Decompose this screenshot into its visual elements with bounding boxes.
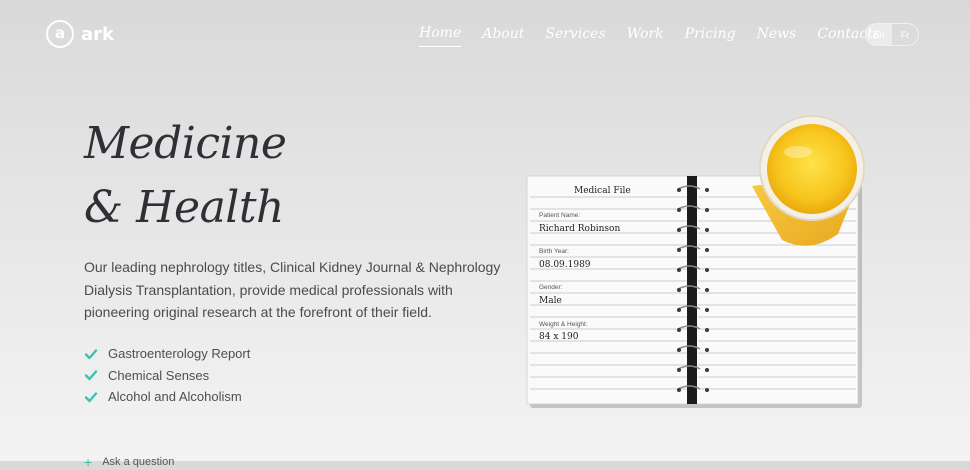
ask-question-label: Ask a question (102, 456, 175, 468)
feature-item: Alcohol and Alcoholism (84, 386, 250, 408)
nav-item-services[interactable]: Services (545, 26, 605, 47)
hero-title-line-2: & Health (84, 182, 284, 233)
ask-question-link[interactable]: + Ask a question (84, 454, 174, 470)
language-option-fr[interactable]: Fr (892, 24, 918, 45)
notebook-field-label: Weight & Height: (539, 321, 588, 328)
language-switcher: En Fr (865, 23, 919, 46)
logo-text: ark (81, 23, 114, 45)
hero-description: Our leading nephrology titles, Clinical … (84, 259, 501, 320)
hero-title-line-1: Medicine (84, 118, 287, 169)
notebook-field-label: Birth Year: (539, 248, 569, 255)
hero-image: Medical File Patient Name: Richard Robin… (520, 112, 880, 422)
feature-list: Gastroenterology Report Chemical Senses … (84, 343, 250, 408)
nav-item-work[interactable]: Work (627, 26, 664, 47)
feature-item: Gastroenterology Report (84, 343, 250, 365)
language-option-en[interactable]: En (866, 24, 892, 45)
logo[interactable]: a ark (46, 20, 114, 48)
notebook-field-value: Male (539, 296, 562, 306)
notebook-illustration: Medical File Patient Name: Richard Robin… (526, 115, 865, 408)
notebook-heading: Medical File (574, 186, 631, 196)
notebook-field-value: 84 x 190 (539, 332, 579, 342)
nav-item-pricing[interactable]: Pricing (685, 26, 736, 47)
notebook-field-value: Richard Robinson (539, 224, 620, 234)
nav-item-news[interactable]: News (757, 26, 797, 47)
nav-item-home[interactable]: Home (419, 25, 462, 47)
check-icon (84, 347, 98, 361)
check-icon (84, 390, 98, 404)
hero-title: Medicine & Health (84, 112, 287, 240)
feature-item-label: Gastroenterology Report (108, 346, 251, 362)
main-nav: Home About Services Work Pricing News Co… (419, 25, 901, 47)
feature-item: Chemical Senses (84, 365, 250, 387)
feature-item-label: Chemical Senses (108, 367, 210, 383)
notebook-field-value: 08.09.1989 (539, 260, 591, 270)
nav-item-about[interactable]: About (482, 26, 524, 47)
plus-icon: + (84, 454, 93, 470)
logo-mark: a (46, 20, 74, 48)
notebook-field-label: Gender: (539, 284, 563, 291)
notebook-field-label: Patient Name: (539, 212, 580, 219)
check-icon (84, 368, 98, 382)
feature-item-label: Alcohol and Alcoholism (108, 389, 242, 405)
